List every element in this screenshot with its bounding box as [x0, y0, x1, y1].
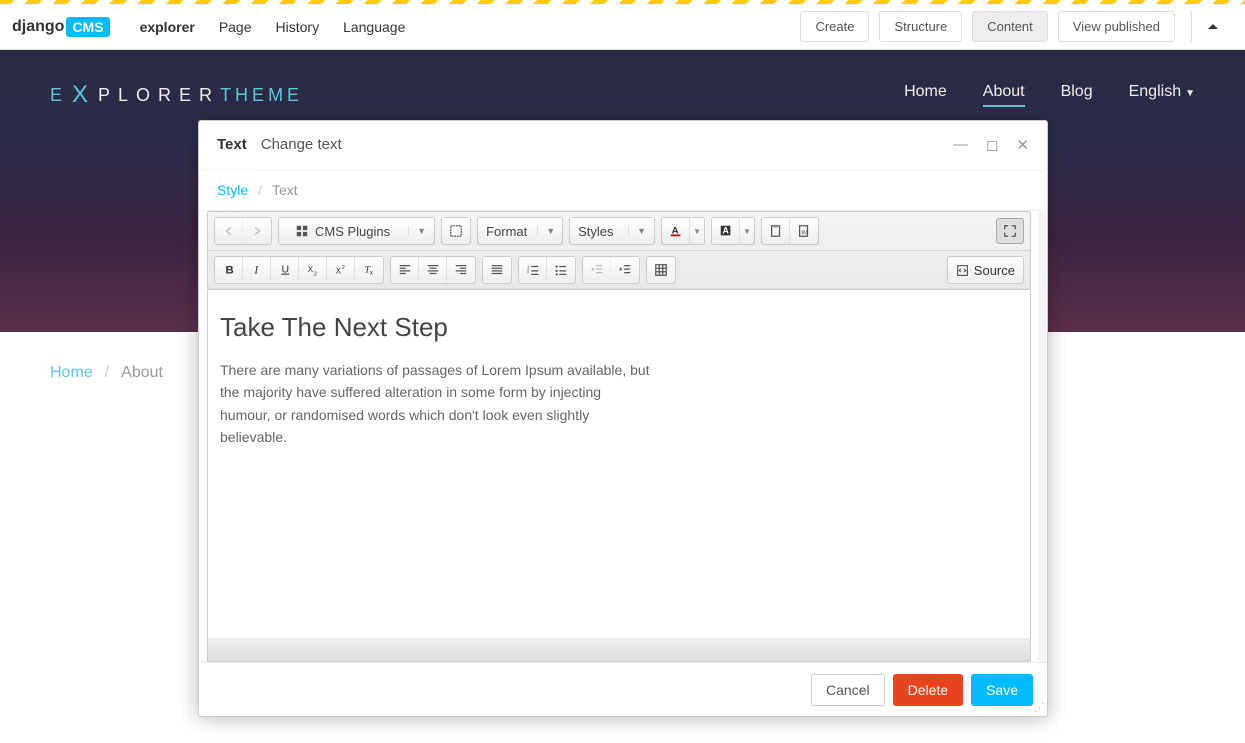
nav-language-dropdown[interactable]: English ▼ [1129, 83, 1195, 107]
logo-text-plorer: PLORER [98, 85, 220, 106]
save-button[interactable]: Save [971, 674, 1033, 706]
cancel-button[interactable]: Cancel [811, 674, 885, 706]
modal-subtitle: Change text [261, 136, 342, 153]
breadcrumb-current: About [121, 364, 163, 382]
caret-down-icon: ▼ [1185, 88, 1195, 99]
toolbar-item-page[interactable]: Page [209, 11, 262, 43]
table-button[interactable] [647, 257, 675, 283]
italic-button[interactable]: I [243, 257, 271, 283]
svg-text:B: B [225, 265, 233, 277]
logo-text-theme: THEME [220, 85, 303, 106]
toolbar-item-language[interactable]: Language [333, 11, 415, 43]
numbered-list-button[interactable]: 12 [519, 257, 547, 283]
logo-letter-x: X [72, 81, 96, 109]
underline-button[interactable]: U [271, 257, 299, 283]
modal-titlebar[interactable]: Text Change text — ◻ ✕ [199, 121, 1047, 169]
editor-content-area[interactable]: Take The Next Step There are many variat… [207, 290, 1031, 638]
show-blocks-button[interactable] [442, 218, 470, 244]
svg-text:I: I [253, 265, 259, 277]
subscript-button[interactable]: X2 [299, 257, 327, 283]
bulleted-list-button[interactable] [547, 257, 575, 283]
breadcrumb-separator: / [105, 364, 109, 382]
editor-scrollbar[interactable] [1038, 211, 1046, 662]
logo-text-django: django [12, 18, 64, 36]
text-plugin-modal: Text Change text — ◻ ✕ Style / Text CMS … [198, 120, 1048, 717]
editor: CMS Plugins ▼ Format ▼ Styles ▼ A ▼ A [199, 211, 1047, 662]
content-heading[interactable]: Take The Next Step [220, 312, 1018, 343]
paste-word-button[interactable]: W [790, 218, 818, 244]
editor-toolbar: CMS Plugins ▼ Format ▼ Styles ▼ A ▼ A [207, 211, 1031, 290]
indent-button[interactable] [611, 257, 639, 283]
modal-tab-style[interactable]: Style [217, 182, 248, 198]
redo-button[interactable] [243, 218, 271, 244]
chevron-down-icon: ▼ [408, 226, 426, 236]
cms-toolbar: django CMS explorer Page History Languag… [0, 4, 1245, 50]
caret-up-icon [1208, 24, 1218, 29]
cms-plugins-dropdown[interactable]: CMS Plugins ▼ [278, 217, 435, 245]
align-justify-button[interactable] [483, 257, 511, 283]
toolbar-item-sitename[interactable]: explorer [130, 11, 205, 43]
superscript-button[interactable]: X2 [327, 257, 355, 283]
nav-language-label: English [1129, 83, 1181, 100]
format-dropdown[interactable]: Format ▼ [477, 217, 563, 245]
nav-home[interactable]: Home [904, 83, 947, 107]
svg-text:X: X [307, 265, 313, 274]
view-published-button[interactable]: View published [1058, 11, 1175, 42]
delete-button[interactable]: Delete [893, 674, 963, 706]
toolbar-item-history[interactable]: History [266, 11, 330, 43]
bg-color-dropdown[interactable]: ▼ [740, 218, 754, 244]
logo-letter-e: E [50, 85, 70, 106]
remove-format-button[interactable]: Tx [355, 257, 383, 283]
svg-text:X: X [335, 267, 341, 276]
text-color-button[interactable]: A [662, 218, 690, 244]
cms-plugins-label: CMS Plugins [315, 224, 390, 239]
format-label: Format [486, 224, 527, 239]
structure-button[interactable]: Structure [879, 11, 962, 42]
breadcrumb-home[interactable]: Home [50, 364, 93, 382]
bold-button[interactable]: B [215, 257, 243, 283]
minimize-icon[interactable]: — [953, 136, 968, 154]
paste-text-button[interactable] [762, 218, 790, 244]
nav-blog[interactable]: Blog [1061, 83, 1093, 107]
content-button[interactable]: Content [972, 11, 1048, 42]
modal-title: Text [217, 136, 247, 153]
undo-button[interactable] [215, 218, 243, 244]
align-right-button[interactable] [447, 257, 475, 283]
source-button[interactable]: Source [947, 256, 1024, 284]
nav-about[interactable]: About [983, 83, 1025, 107]
align-center-button[interactable] [419, 257, 447, 283]
svg-text:U: U [281, 264, 289, 276]
editor-status-bar [207, 638, 1031, 662]
maximize-icon[interactable]: ◻ [986, 136, 998, 154]
resize-grip-icon[interactable]: ⋰ [1034, 701, 1045, 714]
cms-logo[interactable]: django CMS [12, 17, 110, 37]
styles-dropdown[interactable]: Styles ▼ [569, 217, 655, 245]
site-logo[interactable]: E X PLORER THEME [50, 81, 303, 109]
svg-text:2: 2 [313, 271, 316, 277]
source-label: Source [974, 263, 1015, 278]
svg-text:2: 2 [526, 269, 529, 274]
bg-color-button[interactable]: A [712, 218, 740, 244]
align-left-button[interactable] [391, 257, 419, 283]
close-icon[interactable]: ✕ [1016, 136, 1029, 154]
modal-breadcrumb: Style / Text [199, 169, 1047, 211]
svg-text:W: W [801, 230, 807, 237]
chevron-down-icon: ▼ [537, 226, 555, 236]
content-body[interactable]: There are many variations of passages of… [220, 359, 650, 449]
svg-text:A: A [722, 226, 729, 236]
create-button[interactable]: Create [800, 11, 869, 42]
logo-text-cms: CMS [66, 17, 109, 37]
chevron-down-icon: ▼ [628, 226, 646, 236]
toolbar-collapse-button[interactable] [1191, 11, 1233, 43]
modal-tab-text[interactable]: Text [272, 182, 298, 198]
svg-text:2: 2 [341, 265, 344, 271]
site-nav: Home About Blog English ▼ [904, 83, 1195, 107]
outdent-button[interactable] [583, 257, 611, 283]
styles-label: Styles [578, 224, 613, 239]
maximize-editor-button[interactable] [996, 218, 1024, 244]
text-color-dropdown[interactable]: ▼ [690, 218, 704, 244]
svg-text:x: x [370, 269, 373, 276]
modal-footer: Cancel Delete Save ⋰ [199, 662, 1047, 716]
